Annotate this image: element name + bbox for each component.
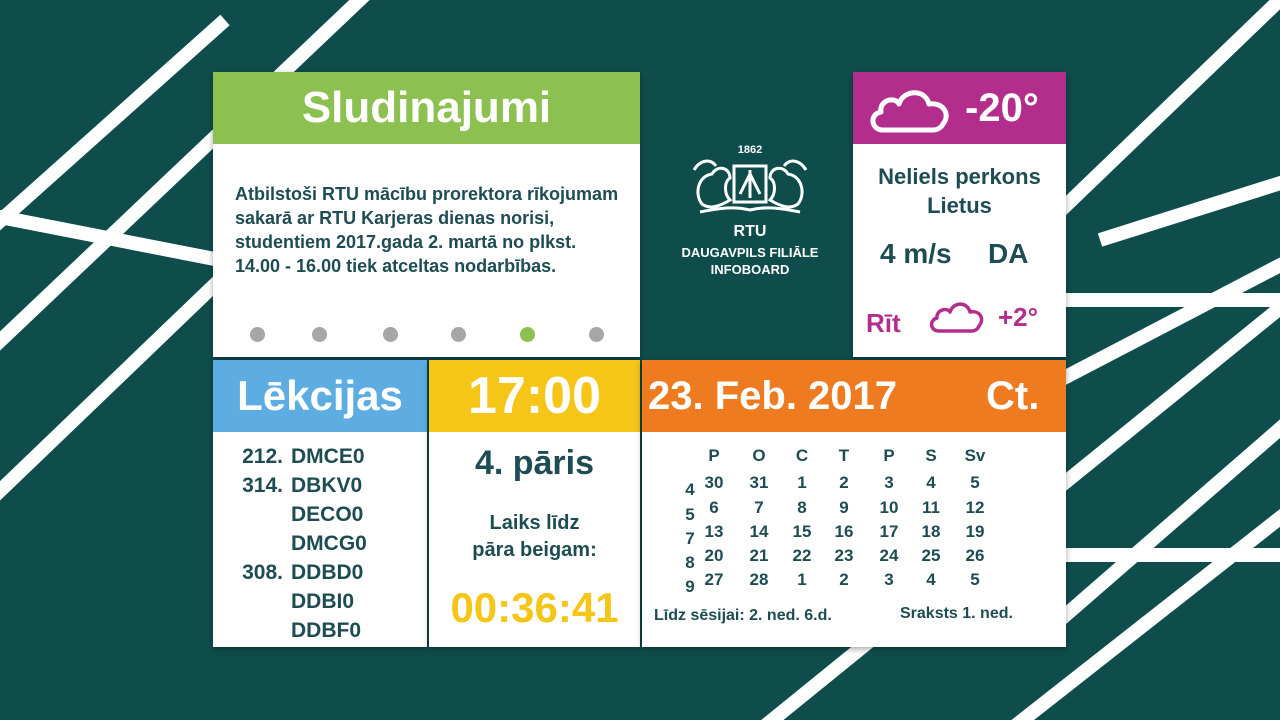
slide-dot[interactable] [250,327,265,342]
calendar-day[interactable]: 13 [699,522,729,542]
slide-indicator [213,327,640,343]
wind-speed: 4 m/s [880,238,952,269]
calendar-panel: 23. Feb. 2017 Ct. P O C T P S Sv 4 30 31 1 2 3 4 5 5 6 7 8… [642,360,1066,647]
calendar-day[interactable]: 2 [829,570,859,590]
wind-direction: DA [988,238,1029,269]
calendar-day[interactable]: 4 [916,473,946,493]
day-header: O [752,446,766,465]
slide-dot[interactable] [520,327,535,342]
calendar-day[interactable]: 18 [916,522,946,542]
announcement-text: Atbilstoši RTU mācību prorektora rīkojum… [235,184,619,276]
day-header: T [838,446,850,465]
day-header: P [708,446,720,465]
calendar-day[interactable]: 12 [960,498,990,518]
calendar-day[interactable]: 4 [916,570,946,590]
calendar-day[interactable]: 6 [699,498,729,518]
lectures-title: Lēkcijas [213,360,427,432]
calendar-header: 23. Feb. 2017 Ct. [642,360,1066,432]
current-weekday: Ct. [986,374,1040,418]
countdown-label: Laiks līdz pāra beigam: [472,512,597,561]
calendar-day[interactable]: 26 [960,546,990,566]
coat-of-arms-icon [692,159,808,214]
logo-subtitle: DAUGAVPILS FILIĀLE INFOBOARD [681,245,819,277]
calendar-day[interactable]: 19 [960,522,990,542]
tomorrow-cloud-icon [929,302,984,333]
logo-name: RTU [733,223,767,240]
calendar-day[interactable]: 3 [874,570,904,590]
calendar-day[interactable]: 23 [829,546,859,566]
calendar-day[interactable]: 7 [744,498,774,518]
countdown-timer: 00:36:41 [450,584,619,631]
weather-panel: -20° Neliels perkons Lietus 4 m/s DA Rīt… [853,72,1066,357]
calendar-day[interactable]: 30 [699,473,729,493]
announcements-title: Sludinajumi [213,72,640,144]
calendar-day[interactable]: 27 [699,570,729,590]
tomorrow-temperature: +2° [998,302,1039,332]
current-temperature: -20° [965,86,1039,130]
calendar-day[interactable]: 5 [960,570,990,590]
calendar-day[interactable]: 1 [787,473,817,493]
calendar-day[interactable]: 1 [787,570,817,590]
day-header: S [925,446,937,465]
calendar-day[interactable]: 10 [874,498,904,518]
current-pair: 4. pāris [474,444,595,482]
calendar-day[interactable]: 2 [829,473,859,493]
cloud-icon [870,90,949,133]
current-date: 23. Feb. 2017 [648,374,898,418]
tomorrow-label: Rīt [866,308,901,338]
background-lines [0,0,1280,720]
rtu-logo: 1862 RTU DAUGAVPILS FILIĀLE INFOBOARD [660,140,840,285]
calendar-day[interactable]: 16 [829,522,859,542]
calendar-day[interactable]: 17 [874,522,904,542]
time-panel: 17:00 4. pāris Laiks līdz pāra beigam: 0… [429,360,640,647]
calendar-day[interactable]: 5 [960,473,990,493]
clock: 17:00 [429,360,640,432]
slide-dot[interactable] [589,327,604,342]
weather-condition: Neliels perkons Lietus [878,164,1041,218]
calendar-day[interactable]: 20 [699,546,729,566]
calendar-day[interactable]: 21 [744,546,774,566]
slide-dot[interactable] [312,327,327,342]
lectures-panel: Lēkcijas 212. DMCE0 314. DBKV0 DECO0 DMCG0… [213,360,427,647]
calendar-day[interactable]: 22 [787,546,817,566]
calendar-day[interactable]: 25 [916,546,946,566]
calendar-day[interactable]: 3 [874,473,904,493]
slide-dot[interactable] [383,327,398,342]
calendar-day[interactable]: 11 [916,498,946,518]
day-header: Sv [964,446,986,465]
announcements-panel: Sludinajumi Atbilstoši RTU mācību prorek… [213,72,640,357]
registration-week: Sraksts 1. ned. [900,605,1013,622]
calendar-day[interactable]: 24 [874,546,904,566]
until-session: Līdz sēsijai: 2. ned. 6.d. [654,607,832,624]
day-header: P [883,446,895,465]
calendar-day[interactable]: 14 [744,522,774,542]
slide-dot[interactable] [451,327,466,342]
calendar-day[interactable]: 31 [744,473,774,493]
calendar-day[interactable]: 15 [787,522,817,542]
day-header: C [795,446,809,465]
calendar-day[interactable]: 28 [744,570,774,590]
calendar-day[interactable]: 8 [787,498,817,518]
calendar-day[interactable]: 9 [829,498,859,518]
